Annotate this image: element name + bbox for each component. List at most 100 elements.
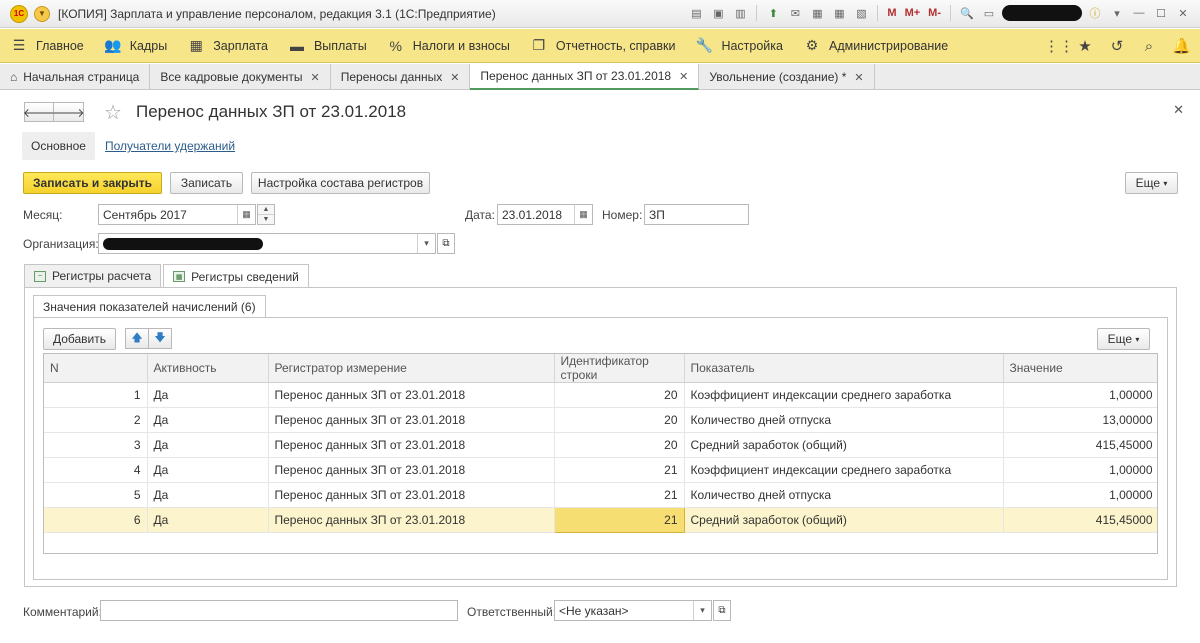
cell-value[interactable]: 415,45000	[1003, 432, 1157, 458]
save-and-close-button[interactable]: Записать и закрыть	[23, 172, 162, 194]
bell-icon[interactable]: 🔔	[1172, 37, 1191, 55]
table-row[interactable]: 1 Да Перенос данных ЗП от 23.01.2018 20 …	[44, 382, 1157, 408]
save-button[interactable]: Записать	[170, 172, 243, 194]
cell-indicator[interactable]: Количество дней отпуска	[684, 407, 1004, 433]
back-button[interactable]: 🡐	[23, 102, 55, 122]
column-header-n[interactable]: N	[44, 354, 148, 383]
cell-value[interactable]: 415,45000	[1003, 507, 1157, 533]
menu-main[interactable]: ☰ Главное	[0, 29, 94, 63]
forward-button[interactable]: 🡒	[52, 102, 85, 122]
dropdown-arrow-icon[interactable]: ▾	[693, 601, 711, 620]
responsible-field[interactable]: <Не указан> ▾	[554, 600, 712, 621]
month-field[interactable]: Сентябрь 2017 ▦	[98, 204, 256, 225]
form-close-icon[interactable]: ✕	[1173, 102, 1184, 118]
cell-n[interactable]: 4	[44, 457, 148, 483]
copy-icon[interactable]: ▦	[808, 4, 826, 22]
cell-row-id[interactable]: 20	[554, 432, 685, 458]
menu-payments[interactable]: ▬ Выплаты	[278, 29, 377, 63]
tab-calc-registers[interactable]: − Регистры расчета	[24, 264, 162, 287]
cell-n[interactable]: 1	[44, 382, 148, 408]
organization-field[interactable]: ▾	[98, 233, 436, 254]
apps-grid-icon[interactable]: ⋮⋮	[1044, 37, 1074, 55]
more-button[interactable]: Еще ▾	[1125, 172, 1178, 194]
table-row[interactable]: 5 Да Перенос данных ЗП от 23.01.2018 21 …	[44, 482, 1157, 508]
preview-icon[interactable]: ▥	[731, 4, 749, 22]
cell-row-id[interactable]: 21	[554, 482, 685, 508]
column-header-value[interactable]: Значение	[1003, 354, 1157, 383]
tab-home[interactable]: ⌂ Начальная страница	[0, 64, 151, 90]
cell-active[interactable]: Да	[147, 432, 269, 458]
cell-active[interactable]: Да	[147, 457, 269, 483]
table-row[interactable]: 4 Да Перенос данных ЗП от 23.01.2018 21 …	[44, 457, 1157, 483]
column-header-active[interactable]: Активность	[147, 354, 269, 383]
number-field[interactable]: ЗП	[644, 204, 749, 225]
zoom-icon[interactable]: 🔍	[958, 4, 976, 22]
close-icon[interactable]: ✕	[311, 71, 320, 84]
attach-icon[interactable]: ✉	[786, 4, 804, 22]
column-header-row-id[interactable]: Идентификатор строки	[554, 354, 685, 383]
cell-n[interactable]: 2	[44, 407, 148, 433]
maximize-icon[interactable]: ☐	[1152, 4, 1170, 22]
memory-minus-button[interactable]: M-	[926, 7, 943, 19]
cell-row-id[interactable]: 20	[554, 407, 685, 433]
menu-salary[interactable]: ▦ Зарплата	[177, 29, 278, 63]
menu-settings[interactable]: 🔧 Настройка	[685, 29, 793, 63]
cell-registrar[interactable]: Перенос данных ЗП от 23.01.2018	[268, 482, 555, 508]
link-icon[interactable]: ⬆	[764, 4, 782, 22]
favorite-star-icon[interactable]: ☆	[104, 100, 122, 125]
cell-active[interactable]: Да	[147, 482, 269, 508]
memory-button[interactable]: M	[885, 7, 898, 19]
add-button[interactable]: Добавить	[43, 328, 116, 350]
cell-value[interactable]: 1,00000	[1003, 482, 1157, 508]
comment-field[interactable]	[100, 600, 458, 621]
cell-indicator[interactable]: Коэффициент индексации среднего заработк…	[684, 382, 1004, 408]
close-icon[interactable]: ✕	[854, 71, 863, 84]
cell-value[interactable]: 1,00000	[1003, 382, 1157, 408]
minimize-icon[interactable]: —	[1130, 4, 1148, 22]
cell-indicator[interactable]: Средний заработок (общий)	[684, 507, 1004, 533]
table-row[interactable]: 2 Да Перенос данных ЗП от 23.01.2018 20 …	[44, 407, 1157, 433]
tab-all-hr-docs[interactable]: Все кадровые документы ✕	[150, 64, 331, 90]
cell-active[interactable]: Да	[147, 507, 269, 533]
menu-taxes[interactable]: % Налоги и взносы	[377, 29, 520, 63]
menu-reports[interactable]: ❐ Отчетность, справки	[520, 29, 686, 63]
cell-n[interactable]: 6	[44, 507, 148, 533]
calendar-icon[interactable]: ▦	[574, 205, 592, 224]
cell-row-id[interactable]: 20	[554, 382, 685, 408]
table-row-selected[interactable]: 6 Да Перенос данных ЗП от 23.01.2018 21 …	[44, 507, 1157, 533]
tab-dismissal[interactable]: Увольнение (создание) * ✕	[699, 64, 875, 90]
menu-hr[interactable]: 👥 Кадры	[94, 29, 177, 63]
cell-registrar[interactable]: Перенос данных ЗП от 23.01.2018	[268, 432, 555, 458]
dropdown-arrow-icon[interactable]: ▾	[417, 234, 435, 253]
open-responsible-icon[interactable]: ⧉	[713, 600, 731, 621]
cell-value[interactable]: 1,00000	[1003, 457, 1157, 483]
cell-registrar[interactable]: Перенос данных ЗП от 23.01.2018	[268, 507, 555, 533]
save-icon[interactable]: ▣	[709, 4, 727, 22]
app-menu-button[interactable]: ▼	[34, 5, 50, 22]
cell-row-id[interactable]: 21	[554, 457, 685, 483]
tab-info-registers[interactable]: ▦ Регистры сведений	[163, 264, 309, 288]
table-row[interactable]: 3 Да Перенос данных ЗП от 23.01.2018 20 …	[44, 432, 1157, 458]
calendar-icon[interactable]: ▦	[830, 4, 848, 22]
cell-active[interactable]: Да	[147, 407, 269, 433]
cell-registrar[interactable]: Перенос данных ЗП от 23.01.2018	[268, 407, 555, 433]
close-icon[interactable]: ✕	[450, 71, 459, 84]
calendar-icon[interactable]: ▦	[237, 205, 255, 224]
cell-n[interactable]: 3	[44, 432, 148, 458]
tab-transfer-doc[interactable]: Перенос данных ЗП от 23.01.2018 ✕	[470, 64, 700, 90]
memory-plus-button[interactable]: M+	[903, 7, 923, 19]
history-icon[interactable]: ↺	[1108, 37, 1126, 55]
cell-indicator[interactable]: Количество дней отпуска	[684, 482, 1004, 508]
search-icon[interactable]: ⌕	[1140, 38, 1158, 55]
menu-admin[interactable]: ⚙ Администрирование	[793, 29, 958, 63]
move-up-button[interactable]: 🡅	[125, 328, 149, 349]
tab-data-transfers[interactable]: Переносы данных ✕	[331, 64, 471, 90]
print-icon[interactable]: ▤	[687, 4, 705, 22]
column-header-indicator[interactable]: Показатель	[684, 354, 1004, 383]
cell-indicator[interactable]: Средний заработок (общий)	[684, 432, 1004, 458]
table-more-button[interactable]: Еще ▾	[1097, 328, 1150, 350]
cell-value[interactable]: 13,00000	[1003, 407, 1157, 433]
chevron-down-icon[interactable]: ▾	[1108, 4, 1126, 22]
date-field[interactable]: 23.01.2018 ▦	[497, 204, 593, 225]
panel-main[interactable]: Основное	[22, 132, 95, 160]
